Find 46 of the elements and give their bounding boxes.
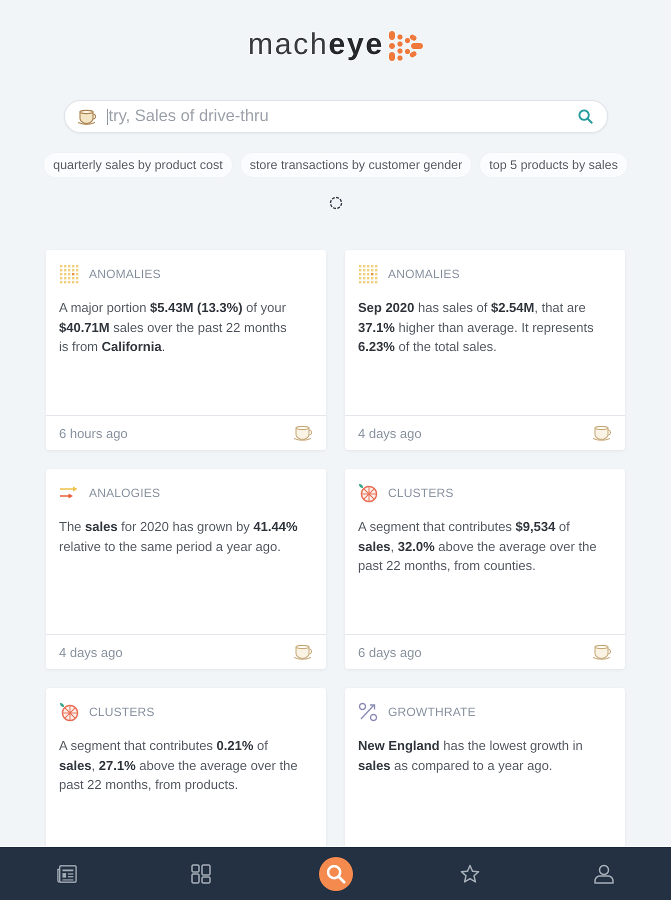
suggestion-chip[interactable]: store transactions by customer gender [240,153,472,177]
citrus-slice-icon [358,483,378,503]
timestamp: 6 days ago [358,644,422,660]
timestamp: 6 hours ago [59,426,128,440]
user-icon [594,864,614,884]
insight-card[interactable]: ANOMALIES Sep 2020 has sales of $2.54M, that are 37.1% higher than average. It represents 6.23% of the total sales. 4 days ago [345,250,625,450]
insight-type-label: ANOMALIES [388,267,460,281]
insight-card[interactable]: CLUSTERS A segment that contributes $9,534 of sales, 32.0% above the average over the past 22 months, from counties. 6 days ago [345,469,625,669]
search-icon[interactable] [578,109,592,124]
insight-card[interactable]: CLUSTERS A segment that contributes 0.21% of sales, 27.1% above the average over the past 22 months, from products. [46,688,326,849]
news-icon [57,864,78,884]
cup-icon [592,644,612,660]
search-field[interactable]: try, Sales of drive-thru [64,100,608,133]
search-button[interactable] [318,856,352,890]
suggestion-chip[interactable]: quarterly sales by product cost [44,153,232,177]
insight-card[interactable]: ANALOGIES The sales for 2020 has grown by 41.44% relative to the same period a year ago. 4 days ago [46,469,326,669]
percent-icon [358,702,378,722]
dot-grid-icon [358,264,378,284]
timestamp: 4 days ago [358,426,422,440]
insight-type-label: ANOMALIES [89,267,161,281]
insight-type-label: GROWTHRATE [388,705,476,719]
suggestion-chip[interactable]: top 5 products by sales [480,153,627,177]
star-icon [460,864,480,884]
insight-text: A segment that contributes $9,534 of sales, 32.0% above the average over the past 22 months, from counties. [358,518,597,575]
dot-grid-icon [59,264,79,284]
timestamp: 4 days ago [59,644,123,660]
search-icon [326,864,346,884]
cup-icon [293,644,313,660]
insight-text: A segment that contributes 0.21% of sales, 27.1% above the average over the past 22 months, from products. [59,737,298,794]
citrus-slice-icon [59,702,79,722]
insight-card[interactable]: GROWTHRATE New England has the lowest growth in sales as compared to a year ago. [345,688,625,849]
insight-text: New England has the lowest growth in sales as compared to a year ago. [358,737,584,775]
insight-card[interactable]: ANOMALIES A major portion $5.43M (13.3%) of your $40.71M sales over the past 22 months is from California. 6 hours ago [46,250,326,450]
insight-text: Sep 2020 has sales of $2.54M, that are 37.1% higher than average. It represents 6.23% of the total sales. [358,299,595,356]
insight-text: The sales for 2020 has grown by 41.44% relative to the same period a year ago. [59,518,298,556]
insight-type-label: CLUSTERS [388,486,454,500]
cup-icon [592,425,612,441]
insight-type-label: CLUSTERS [89,705,155,719]
insight-type-label: ANALOGIES [89,486,160,500]
search-input[interactable]: try, Sales of drive-thru [108,106,578,128]
insight-text: A major portion $5.43M (13.3%) of your $40.71M sales over the past 22 months is from California. [59,299,288,356]
logo-icon [389,31,424,61]
dashboard-icon [191,864,212,884]
cup-icon [76,108,96,124]
cup-icon [293,425,313,441]
logo-text: macheye [248,27,384,63]
